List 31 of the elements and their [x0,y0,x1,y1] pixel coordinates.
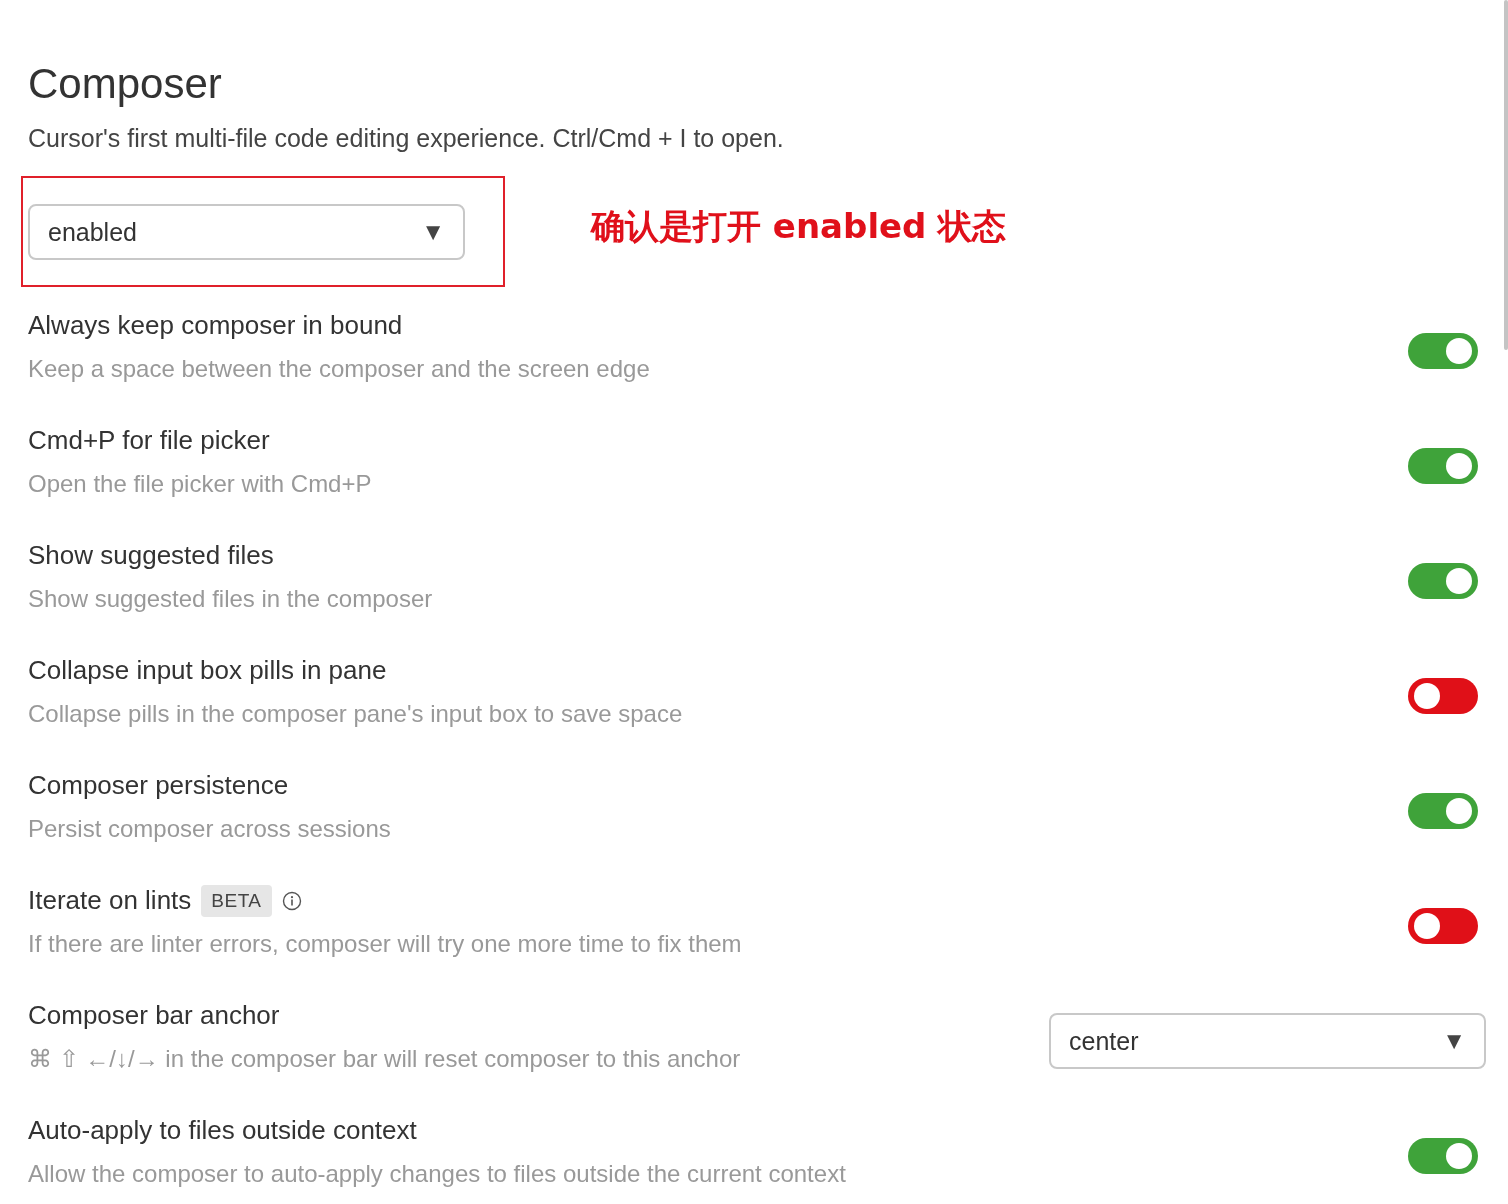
setting-description: Open the file picker with Cmd+P [28,468,372,499]
setting-title: Cmd+P for file picker [28,425,270,456]
info-icon[interactable] [281,890,302,911]
setting-description: Persist composer across sessions [28,813,391,844]
beta-badge: BETA [201,884,272,917]
scrollbar-thumb[interactable] [1504,0,1508,350]
toggle-switch[interactable] [1408,678,1478,714]
setting-title: Composer bar anchor [28,1000,280,1031]
toggle-switch[interactable] [1408,333,1478,369]
setting-title: Show suggested files [28,540,274,571]
setting-title: Composer persistence [28,770,289,801]
toggle-switch[interactable] [1408,908,1478,944]
anchor-select[interactable]: center ▼ [1049,1013,1486,1069]
setting-description: Collapse pills in the composer pane's input box to save space [28,698,683,729]
setting-description: ⌘ ⇧ ←/↓/→ in the composer bar will reset composer to this anchor [28,1043,741,1074]
annotation-text: 确认是打开 enabled 状态 [591,205,1007,248]
section-description: Cursor's first multi-file code editing experience. Ctrl/Cmd + I to open. [28,123,784,154]
setting-title: Auto-apply to files outside context [28,1115,417,1146]
setting-description: Show suggested files in the composer [28,583,433,614]
setting-description: Allow the composer to auto-apply changes to files outside the current context [28,1158,846,1189]
setting-title: Collapse input box pills in pane [28,655,387,686]
toggle-switch[interactable] [1408,563,1478,599]
toggle-switch[interactable] [1408,448,1478,484]
mode-select[interactable]: enabled ▼ [28,204,465,260]
toggle-switch[interactable] [1408,1138,1478,1174]
setting-description: Keep a space between the composer and the screen edge [28,353,650,384]
setting-description: If there are linter errors, composer will try one more time to fix them [28,928,742,959]
setting-title: Iterate on lints [28,885,192,916]
toggle-switch[interactable] [1408,793,1478,829]
setting-title: Always keep composer in bound [28,310,403,341]
section-title: Composer [28,59,222,109]
